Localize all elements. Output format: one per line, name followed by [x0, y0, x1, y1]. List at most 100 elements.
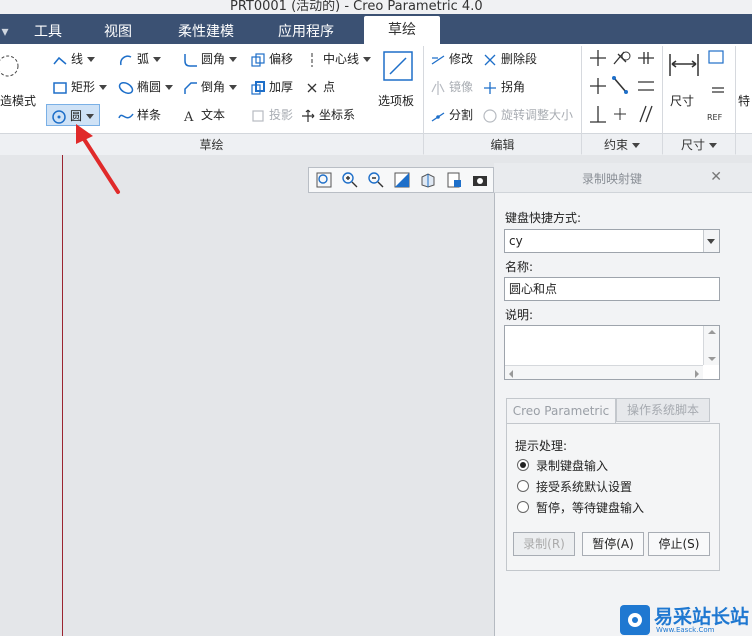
dialog-title: 录制映射键 — [582, 172, 643, 186]
refit-icon[interactable] — [315, 171, 333, 189]
ellipse-button[interactable]: 椭圆 — [118, 76, 174, 98]
radio-accept-defaults[interactable] — [517, 480, 529, 492]
shortcut-combobox[interactable]: cy — [504, 229, 720, 253]
project-button[interactable]: 投影 — [250, 104, 293, 126]
chamfer-icon — [184, 81, 197, 94]
setup-mode-label[interactable]: 造模式 — [0, 90, 36, 112]
repaint-icon[interactable] — [393, 171, 411, 189]
dimension-icon — [669, 54, 699, 76]
description-vscrollbar[interactable] — [703, 326, 719, 365]
annotation-arrow — [76, 124, 120, 194]
project-icon — [252, 109, 264, 122]
line-button[interactable]: 线 — [52, 48, 96, 70]
tab-os-script[interactable]: 操作系统脚本 — [616, 398, 710, 422]
edit-group-label: 编辑 — [424, 133, 581, 155]
rectangle-button[interactable]: 矩形 — [52, 76, 108, 98]
delete-segment-button[interactable]: 删除段 — [482, 48, 537, 70]
tab-sketch[interactable]: 草绘 — [364, 16, 440, 44]
constraint-icons[interactable] — [588, 48, 660, 130]
chamfer-button[interactable]: 倒角 — [182, 76, 238, 98]
arc-button[interactable]: 弧 — [118, 48, 162, 70]
setup-mode-icon[interactable] — [0, 52, 24, 80]
record-keyboard-label[interactable]: 录制键盘输入 — [536, 457, 608, 474]
coordsys-button[interactable]: 坐标系 — [300, 104, 355, 126]
mirror-icon — [431, 80, 445, 95]
close-icon[interactable]: ✕ — [710, 169, 722, 185]
rotate-resize-button[interactable]: 旋转调整大小 — [482, 104, 573, 126]
pause-wait-label[interactable]: 暂停，等待键盘输入 — [536, 499, 644, 516]
view-toolbar — [308, 167, 494, 193]
centerline-button[interactable]: 中心线 — [304, 48, 372, 70]
zoom-out-icon[interactable] — [367, 171, 385, 189]
name-input[interactable]: 圆心和点 — [504, 277, 720, 301]
modify-button[interactable]: 修改 — [430, 48, 473, 70]
dimension-small-icons[interactable]: REF — [706, 48, 728, 128]
divide-button[interactable]: 分割 — [430, 104, 473, 126]
dimension-group-label[interactable]: 尺寸 — [663, 133, 735, 155]
zoom-in-icon[interactable] — [341, 171, 359, 189]
point-button[interactable]: 点 — [304, 76, 335, 98]
corner-button[interactable]: 拐角 — [482, 76, 525, 98]
ref-text: REF — [707, 113, 723, 122]
constrain-group-label[interactable]: 约束 — [582, 133, 662, 155]
saved-views-icon[interactable] — [445, 171, 463, 189]
prompt-handling-label: 提示处理: — [515, 439, 568, 453]
watermark: 易采站长站 Www.Easck.Com — [620, 604, 752, 636]
modify-icon — [431, 54, 445, 65]
mirror-button[interactable]: 镜像 — [430, 76, 473, 98]
dialog-title-bar: 录制映射键 ✕ — [494, 163, 752, 193]
palette-icon — [383, 51, 413, 81]
stop-button[interactable]: 停止(S) — [648, 532, 710, 556]
description-label: 说明: — [505, 308, 534, 322]
arc-icon — [120, 54, 132, 65]
text-icon: A — [183, 110, 194, 124]
window-title: PRT0001 (活动的) - Creo Parametric 4.0 — [230, 0, 483, 14]
offset-icon — [251, 52, 265, 67]
thicken-button[interactable]: 加厚 — [250, 76, 293, 98]
watermark-logo-icon — [620, 605, 650, 635]
pause-button[interactable]: 暂停(A) — [582, 532, 644, 556]
radio-record-keyboard[interactable] — [517, 459, 529, 471]
tab-tools[interactable]: 工具 — [20, 20, 76, 44]
divide-icon — [431, 111, 445, 122]
tab-overflow[interactable]: ▾ — [0, 20, 10, 44]
fillet-button[interactable]: 圆角 — [182, 48, 238, 70]
tab-applications[interactable]: 应用程序 — [262, 20, 350, 44]
radio-pause-wait[interactable] — [517, 501, 529, 513]
line-icon — [53, 56, 67, 65]
point-icon — [307, 83, 317, 92]
svg-text:A: A — [183, 110, 194, 124]
coordsys-icon — [302, 109, 315, 122]
description-textarea[interactable] — [504, 325, 720, 380]
extra-group-label[interactable]: 特 — [738, 90, 750, 112]
shortcut-label: 键盘快捷方式: — [505, 211, 582, 225]
dimension-button[interactable]: 尺寸 — [666, 50, 702, 120]
watermark-subtext: Www.Easck.Com — [656, 626, 715, 634]
offset-button[interactable]: 偏移 — [250, 48, 293, 70]
record-button[interactable]: 录制(R) — [513, 532, 575, 556]
chevron-down-icon[interactable] — [703, 230, 719, 252]
screenshot-icon[interactable] — [471, 171, 489, 189]
watermark-text: 易采站长站 — [654, 606, 750, 628]
rectangle-icon — [53, 81, 67, 94]
ribbon-tab-bar: ▾ 工具 视图 柔性建模 应用程序 草绘 — [0, 14, 752, 44]
sketch-reference-line — [62, 155, 63, 636]
display-style-icon[interactable] — [419, 171, 437, 189]
delete-segment-icon — [484, 54, 496, 65]
accept-defaults-label[interactable]: 接受系统默认设置 — [536, 478, 632, 495]
tab-creo-parametric[interactable]: Creo Parametric — [506, 398, 616, 424]
extra-group-footer — [736, 133, 752, 155]
fillet-icon — [184, 53, 197, 67]
ellipse-icon — [118, 81, 134, 94]
name-label: 名称: — [505, 260, 534, 274]
centerline-icon — [311, 52, 313, 67]
window-title-bar: PRT0001 (活动的) - Creo Parametric 4.0 — [0, 0, 752, 14]
tab-flexible-modeling[interactable]: 柔性建模 — [160, 20, 252, 44]
tab-view[interactable]: 视图 — [86, 20, 150, 44]
corner-icon — [484, 81, 496, 94]
text-button[interactable]: A 文本 — [182, 104, 225, 126]
rotate-resize-icon — [483, 108, 497, 123]
thicken-icon — [251, 80, 265, 95]
description-hscrollbar[interactable] — [505, 365, 703, 379]
palette-button[interactable]: 选项板 — [378, 50, 418, 120]
